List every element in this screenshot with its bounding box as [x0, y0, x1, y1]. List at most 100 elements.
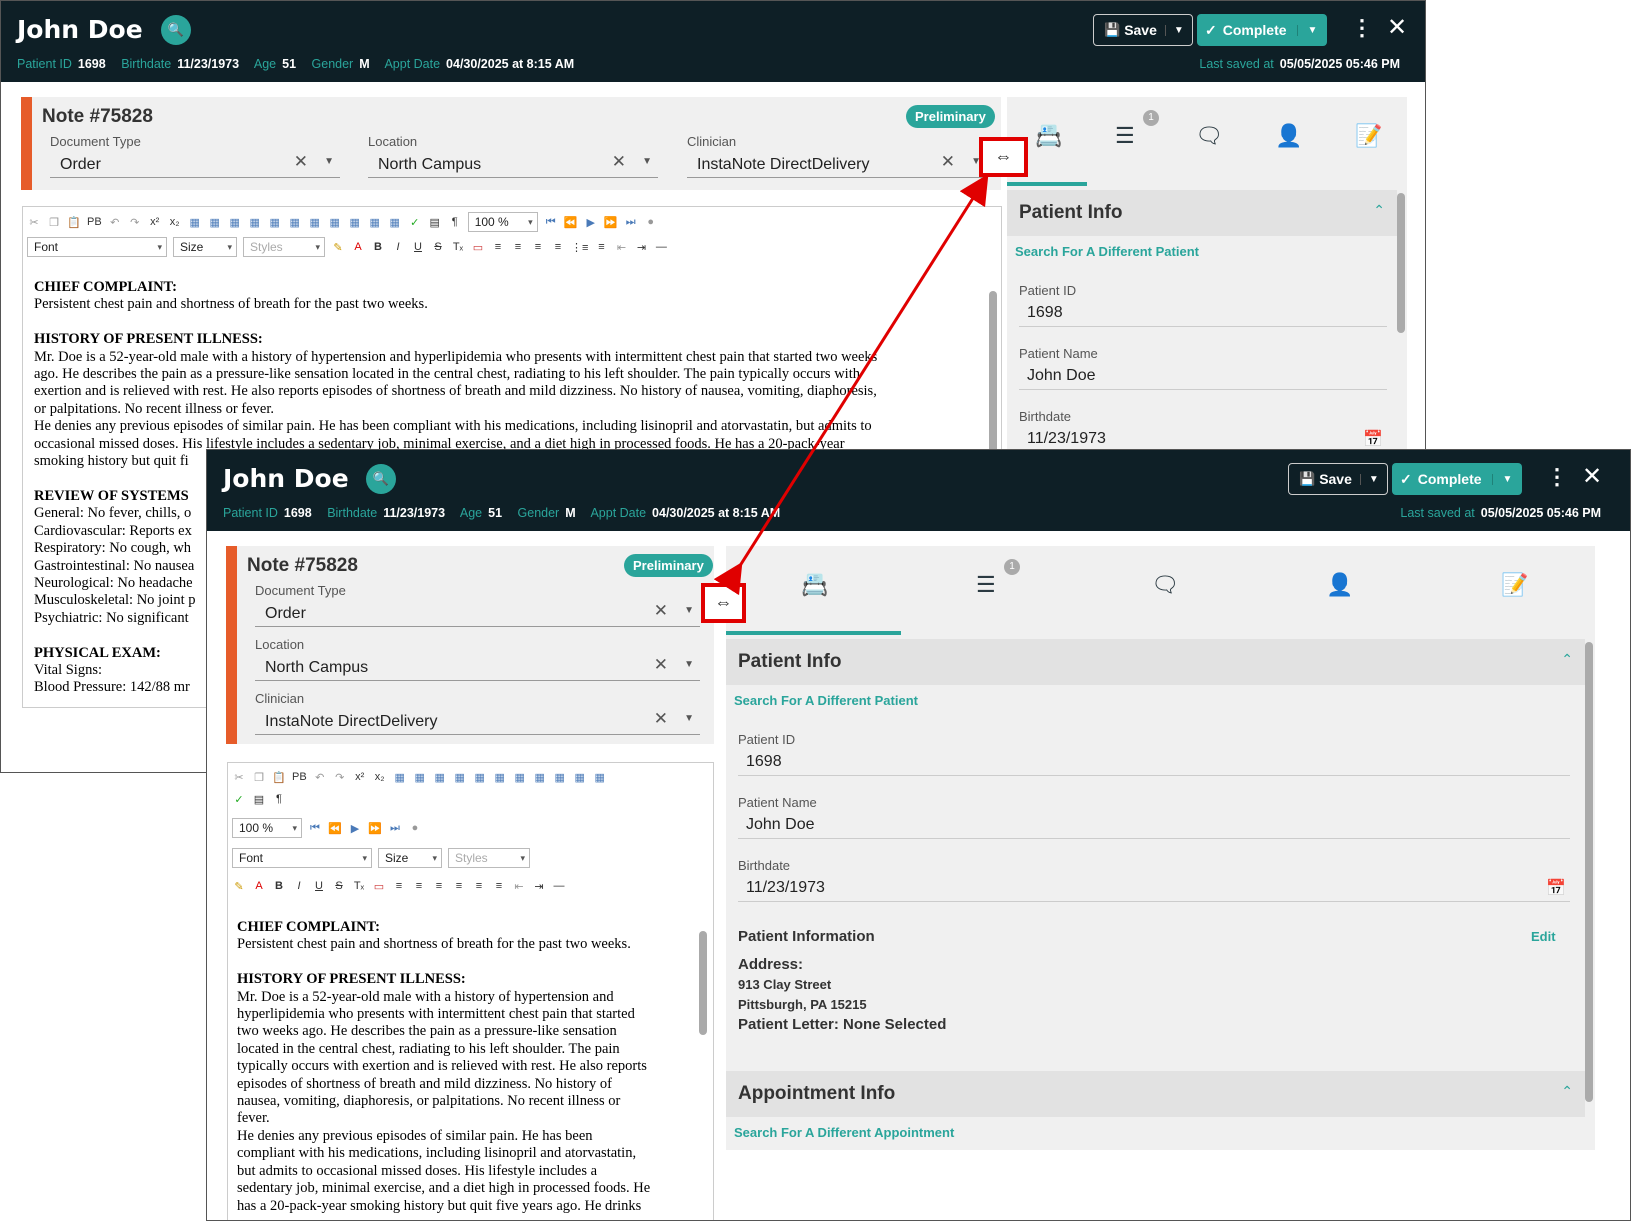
align-right-icon[interactable]: ≡: [432, 880, 446, 892]
page-break-button[interactable]: PB: [292, 771, 307, 783]
align-left-icon[interactable]: ≡: [491, 241, 505, 253]
table-icon[interactable]: ▦: [388, 216, 402, 229]
justify-icon[interactable]: ≡: [551, 241, 565, 253]
highlight-color-icon[interactable]: ✎: [232, 880, 246, 893]
right-scrollbar[interactable]: [1585, 642, 1593, 1102]
font-color-icon[interactable]: A: [351, 241, 365, 253]
eraser-icon[interactable]: ▭: [372, 880, 386, 893]
patient-name-field[interactable]: Patient Name John Doe: [738, 795, 1570, 839]
clear-icon[interactable]: ✕: [294, 152, 308, 172]
table-icon[interactable]: ▦: [308, 216, 322, 229]
table-icon[interactable]: ▦: [433, 771, 447, 784]
patient-card-icon[interactable]: 📇: [801, 572, 828, 598]
calendar-icon[interactable]: 📅: [1546, 878, 1566, 898]
patient-name-value[interactable]: John Doe: [738, 811, 1570, 839]
outdent-icon[interactable]: ⇤: [512, 880, 526, 893]
right-scrollbar[interactable]: [1397, 193, 1405, 333]
outdent-icon[interactable]: ⇤: [614, 241, 628, 254]
underline-icon[interactable]: U: [312, 880, 326, 892]
birthdate-field[interactable]: Birthdate 11/23/1973 📅: [738, 858, 1570, 902]
patient-id-field[interactable]: Patient ID 1698: [738, 732, 1570, 776]
styles-select[interactable]: Styles: [243, 237, 325, 257]
patient-name-value[interactable]: John Doe: [1019, 362, 1387, 390]
align-center-icon[interactable]: ≡: [511, 241, 525, 253]
patient-info-section[interactable]: Patient Info ⌃: [726, 639, 1585, 685]
cut-icon[interactable]: ✂: [27, 216, 41, 229]
list-icon[interactable]: ☰: [1115, 123, 1135, 149]
location-value[interactable]: North Campus: [255, 655, 700, 681]
chevron-down-icon[interactable]: ▼: [684, 605, 694, 616]
first-icon[interactable]: ⏮: [308, 822, 322, 835]
table-icon[interactable]: ▦: [248, 216, 262, 229]
table-icon[interactable]: ▦: [348, 216, 362, 229]
subscript-icon[interactable]: x₂: [373, 771, 387, 783]
more-vert-icon[interactable]: ⋮: [1546, 464, 1568, 490]
superscript-icon[interactable]: x²: [353, 771, 367, 783]
complete-dropdown[interactable]: ▼: [1296, 24, 1328, 36]
table-icon[interactable]: ▦: [553, 771, 567, 784]
form-field-icon[interactable]: ▤: [252, 793, 266, 806]
table-icon[interactable]: ▦: [208, 216, 222, 229]
complete-dropdown[interactable]: ▼: [1491, 473, 1523, 485]
clear-icon[interactable]: ✕: [612, 152, 626, 172]
superscript-icon[interactable]: x²: [148, 216, 162, 228]
person-icon[interactable]: 👤: [1326, 572, 1353, 598]
save-button[interactable]: 💾 Save ▼: [1093, 14, 1193, 46]
bullet-list-icon[interactable]: ≡: [472, 880, 486, 892]
undo-icon[interactable]: ↶: [108, 216, 122, 229]
chat-icon[interactable]: 🗨: [1151, 572, 1179, 598]
eraser-icon[interactable]: ▭: [471, 241, 485, 254]
table-icon[interactable]: ▦: [453, 771, 467, 784]
clear-format-icon[interactable]: Tₓ: [352, 880, 366, 892]
clinician-value[interactable]: InstaNote DirectDelivery: [255, 709, 700, 735]
patient-id-field[interactable]: Patient ID 1698: [1019, 283, 1387, 327]
align-left-icon[interactable]: ≡: [392, 880, 406, 892]
spellcheck-icon[interactable]: ✓: [408, 216, 422, 229]
microphone-icon[interactable]: ●: [408, 822, 422, 834]
play-icon[interactable]: ▶: [348, 822, 362, 835]
bold-icon[interactable]: B: [272, 880, 286, 892]
close-icon[interactable]: ✕: [1387, 13, 1407, 42]
document-type-value[interactable]: Order: [255, 601, 700, 627]
align-center-icon[interactable]: ≡: [412, 880, 426, 892]
chevron-up-icon[interactable]: ⌃: [1561, 1083, 1573, 1100]
copy-icon[interactable]: ❐: [252, 771, 266, 784]
paste-icon[interactable]: 📋: [272, 771, 286, 784]
redo-icon[interactable]: ↷: [333, 771, 347, 784]
play-icon[interactable]: ▶: [584, 216, 598, 229]
clear-icon[interactable]: ✕: [654, 601, 668, 621]
edit-doc-icon[interactable]: 📝: [1355, 123, 1382, 149]
strikethrough-icon[interactable]: S: [332, 880, 346, 892]
spellcheck-icon[interactable]: ✓: [232, 793, 246, 806]
prev-icon[interactable]: ⏪: [328, 822, 342, 835]
more-vert-icon[interactable]: ⋮: [1351, 15, 1373, 41]
font-color-icon[interactable]: A: [252, 880, 266, 892]
indent-icon[interactable]: ⇥: [634, 241, 648, 254]
font-select[interactable]: Font: [232, 848, 372, 868]
table-icon[interactable]: ▦: [593, 771, 607, 784]
form-field-icon[interactable]: ▤: [428, 216, 442, 229]
subscript-icon[interactable]: x₂: [168, 216, 182, 228]
paste-icon[interactable]: 📋: [67, 216, 81, 229]
complete-button[interactable]: ✓ Complete ▼: [1392, 463, 1523, 495]
user-search-icon[interactable]: 🔍: [161, 15, 191, 45]
person-icon[interactable]: 👤: [1275, 123, 1302, 149]
calendar-icon[interactable]: 📅: [1363, 429, 1383, 449]
redo-icon[interactable]: ↷: [128, 216, 142, 229]
chevron-up-icon[interactable]: ⌃: [1561, 651, 1573, 668]
size-select[interactable]: Size: [378, 848, 442, 868]
birthdate-field[interactable]: Birthdate 11/23/1973 📅: [1019, 409, 1387, 453]
appointment-info-section[interactable]: Appointment Info ⌃: [726, 1071, 1585, 1117]
copy-icon[interactable]: ❐: [47, 216, 61, 229]
table-icon[interactable]: ▦: [513, 771, 527, 784]
table-icon[interactable]: ▦: [328, 216, 342, 229]
patient-card-icon[interactable]: 📇: [1035, 123, 1062, 149]
cut-icon[interactable]: ✂: [232, 771, 246, 784]
clear-icon[interactable]: ✕: [941, 152, 955, 172]
page-break-button[interactable]: PB: [87, 216, 102, 228]
user-search-icon[interactable]: 🔍: [366, 464, 396, 494]
zoom-select[interactable]: 100 %: [467, 212, 538, 232]
document-type-field[interactable]: Document Type Order ✕ ▼: [255, 583, 700, 627]
complete-button[interactable]: ✓ Complete ▼: [1197, 14, 1328, 46]
close-icon[interactable]: ✕: [1582, 462, 1602, 491]
